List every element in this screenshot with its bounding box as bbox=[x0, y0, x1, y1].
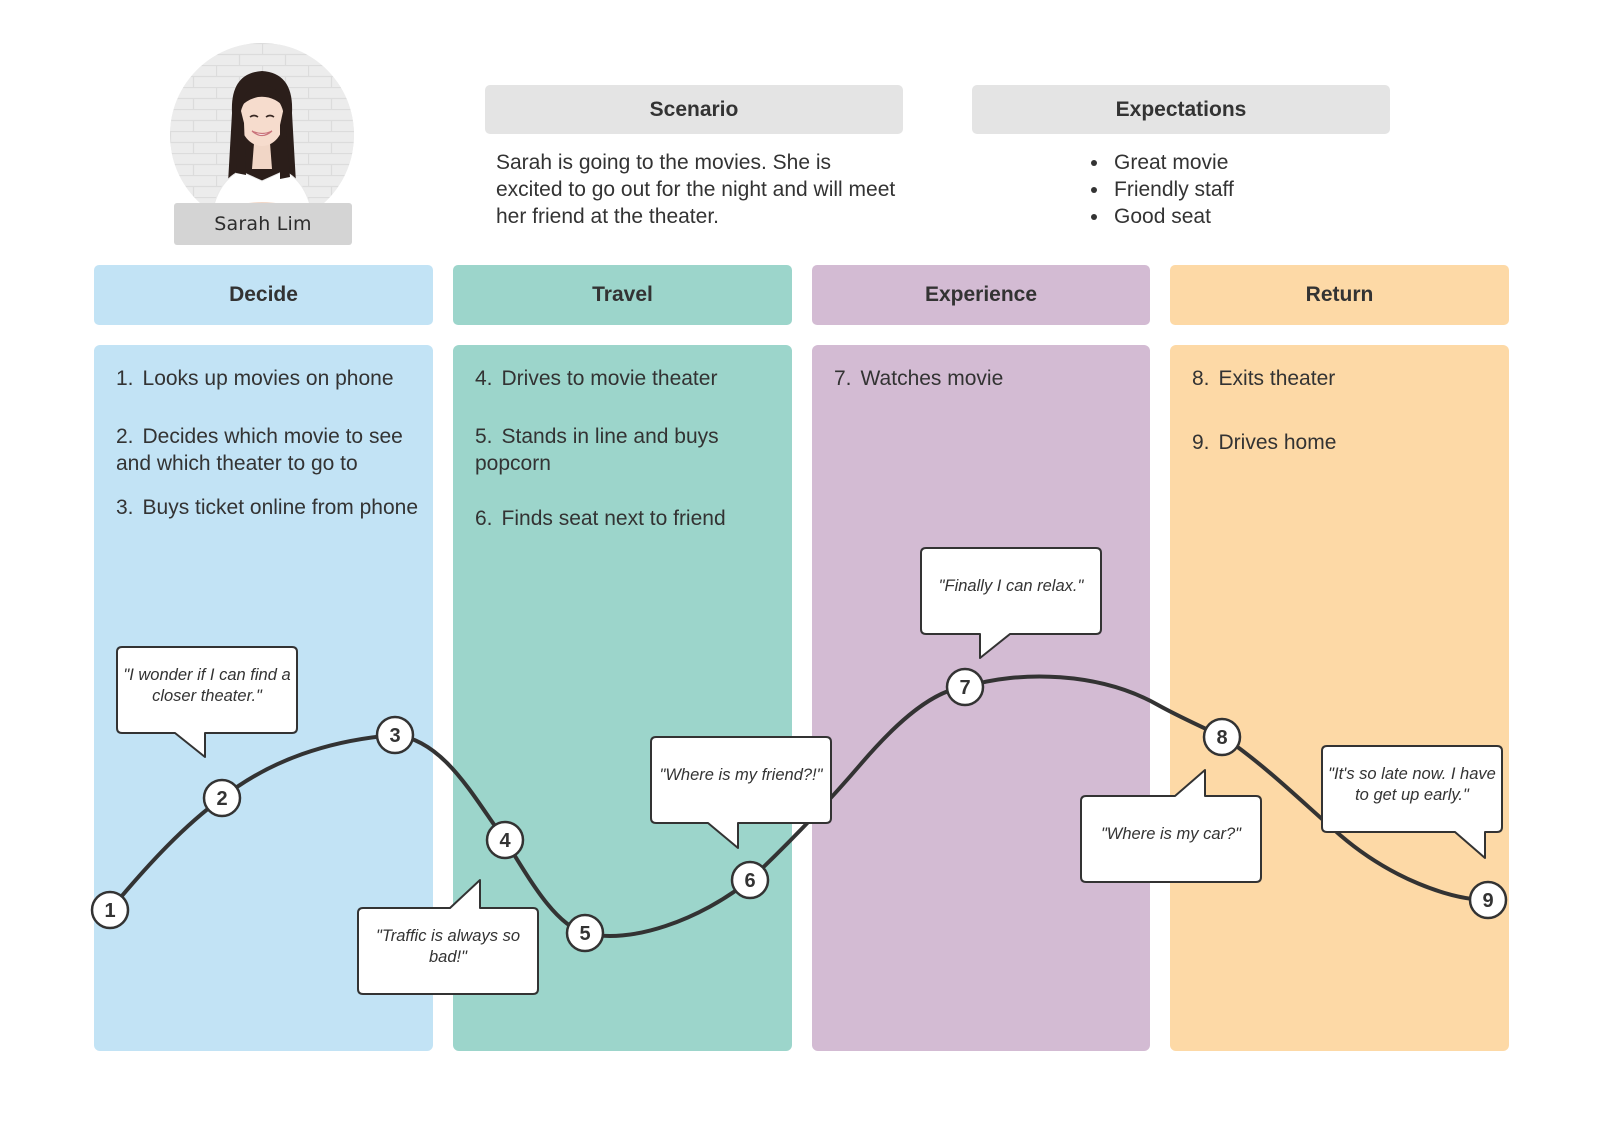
step-item: 4. Drives to movie theater bbox=[475, 365, 762, 392]
journey-point-2: 2 bbox=[202, 778, 242, 818]
step-number: 2. bbox=[116, 425, 134, 448]
step-item: 2. Decides which movie to see and which t… bbox=[116, 423, 423, 477]
journey-point-5: 5 bbox=[565, 913, 605, 953]
expectation-item: Good seat bbox=[1110, 203, 1234, 230]
step-item: 6. Finds seat next to friend bbox=[475, 505, 762, 532]
journey-point-label: 1 bbox=[104, 900, 115, 922]
journey-point-7: 7 bbox=[945, 667, 985, 707]
stage-header-decide: Decide bbox=[94, 265, 433, 325]
step-text: Stands in line and buys popcorn bbox=[475, 425, 719, 475]
journey-point-label: 5 bbox=[579, 923, 590, 945]
step-item: 9. Drives home bbox=[1192, 429, 1499, 456]
journey-point-8: 8 bbox=[1202, 717, 1242, 757]
journey-point-label: 4 bbox=[499, 830, 511, 852]
quote-text: "I wonder if I can find a closer theater… bbox=[123, 666, 291, 705]
journey-point-label: 3 bbox=[389, 725, 400, 747]
quote-text: "Traffic is always so bad!" bbox=[376, 927, 520, 966]
step-number: 9. bbox=[1192, 431, 1210, 454]
step-text: Watches movie bbox=[860, 367, 1004, 390]
stage-header-return: Return bbox=[1170, 265, 1509, 325]
journey-point-label: 6 bbox=[744, 870, 755, 892]
step-number: 8. bbox=[1192, 367, 1210, 390]
journey-point-3: 3 bbox=[375, 715, 415, 755]
persona-name: Sarah Lim bbox=[174, 203, 352, 245]
journey-point-label: 2 bbox=[216, 788, 227, 810]
journey-point-1: 1 bbox=[90, 890, 130, 930]
scenario-text: Sarah is going to the movies. She is exc… bbox=[496, 151, 896, 228]
quote-text: "It's so late now. I have to get up earl… bbox=[1328, 765, 1496, 804]
journey-point-label: 8 bbox=[1216, 727, 1227, 749]
step-text: Drives to movie theater bbox=[501, 367, 718, 390]
step-text: Decides which movie to see and which the… bbox=[116, 425, 403, 475]
quote-text: "Where is my friend?!" bbox=[659, 766, 823, 784]
journey-point-4: 4 bbox=[485, 820, 525, 860]
step-text: Buys ticket online from phone bbox=[142, 496, 418, 519]
step-text: Exits theater bbox=[1218, 367, 1336, 390]
quote-text: "Where is my car?" bbox=[1100, 825, 1242, 843]
expectation-item: Friendly staff bbox=[1110, 176, 1234, 203]
stage-body-return: 8. Exits theater 9. Drives home bbox=[1170, 345, 1509, 1051]
step-text: Finds seat next to friend bbox=[501, 507, 726, 530]
expectations-list: Great movie Friendly staff Good seat bbox=[1080, 149, 1234, 230]
step-number: 4. bbox=[475, 367, 493, 390]
step-number: 3. bbox=[116, 496, 134, 519]
step-number: 1. bbox=[116, 367, 134, 390]
stage-header-experience: Experience bbox=[812, 265, 1150, 325]
step-number: 5. bbox=[475, 425, 493, 448]
scenario-heading: Scenario bbox=[485, 85, 903, 134]
journey-point-label: 7 bbox=[959, 677, 970, 699]
step-text: Looks up movies on phone bbox=[142, 367, 394, 390]
journey-point-label: 9 bbox=[1482, 890, 1493, 912]
stage-header-travel: Travel bbox=[453, 265, 792, 325]
step-text: Drives home bbox=[1218, 431, 1337, 454]
expectations-heading: Expectations bbox=[972, 85, 1390, 134]
stage-body-experience: 7. Watches movie bbox=[812, 345, 1150, 1051]
step-item: 7. Watches movie bbox=[834, 365, 1140, 392]
expectation-item: Great movie bbox=[1110, 149, 1234, 176]
persona-avatar bbox=[170, 43, 354, 227]
journey-point-6: 6 bbox=[730, 860, 770, 900]
step-item: 5. Stands in line and buys popcorn bbox=[475, 423, 762, 477]
step-number: 7. bbox=[834, 367, 852, 390]
step-item: 8. Exits theater bbox=[1192, 365, 1499, 392]
persona-photo-icon bbox=[170, 43, 354, 227]
step-item: 3. Buys ticket online from phone bbox=[116, 494, 423, 521]
step-number: 6. bbox=[475, 507, 493, 530]
step-item: 1. Looks up movies on phone bbox=[116, 365, 423, 392]
journey-point-9: 9 bbox=[1468, 880, 1508, 920]
quote-text: "Finally I can relax." bbox=[938, 577, 1084, 595]
